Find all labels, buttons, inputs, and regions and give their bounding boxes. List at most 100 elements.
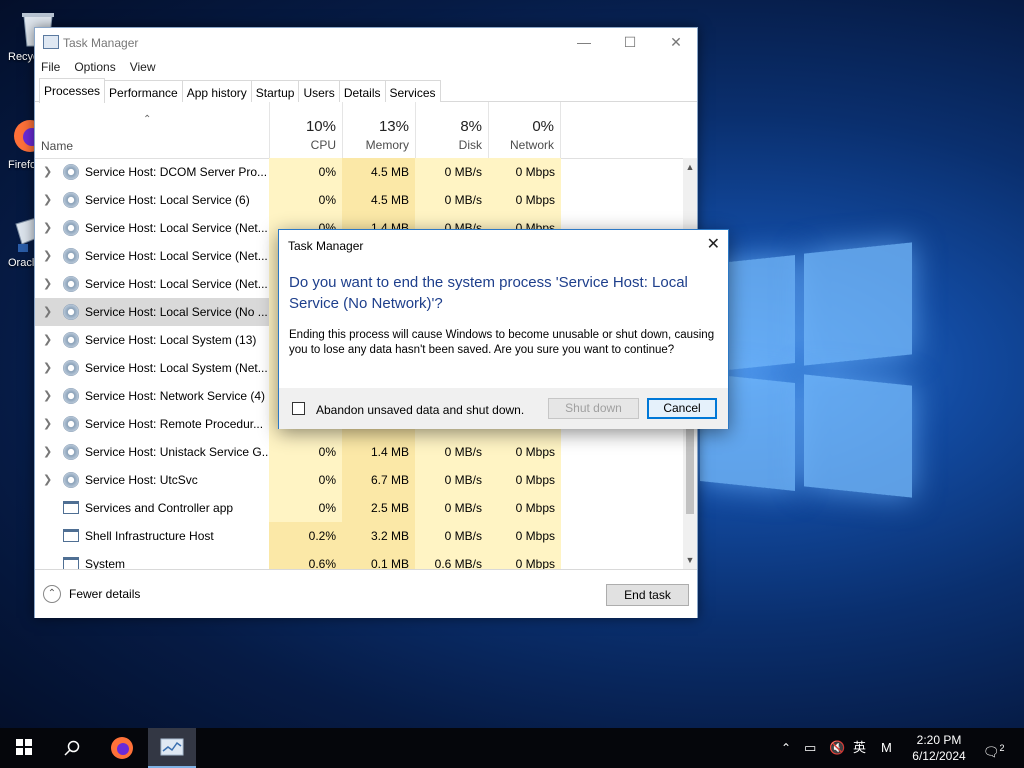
fewer-details-label: Fewer details bbox=[69, 587, 141, 601]
clock[interactable]: 2:20 PM 6/12/2024 bbox=[904, 732, 974, 764]
memory-cell: 2.5 MB bbox=[342, 494, 415, 522]
scroll-up-icon[interactable]: ▲ bbox=[683, 160, 697, 174]
network-cell: 0 Mbps bbox=[488, 438, 561, 466]
cpu-label: CPU bbox=[310, 138, 336, 152]
search-button[interactable] bbox=[48, 728, 96, 768]
dialog-heading: Do you want to end the system process 'S… bbox=[289, 274, 688, 312]
process-row[interactable]: ❯ Service Host: DCOM Server Pro... 0% 4.5 M… bbox=[35, 158, 683, 186]
chevron-right-icon[interactable]: ❯ bbox=[43, 193, 52, 206]
process-name: Services and Controller app bbox=[85, 501, 234, 515]
tab-users[interactable]: Users bbox=[298, 80, 340, 102]
process-name: Service Host: Network Service (4) bbox=[85, 389, 266, 403]
minimize-button[interactable]: — bbox=[561, 28, 607, 56]
maximize-button[interactable]: ☐ bbox=[607, 28, 653, 56]
chevron-right-icon[interactable]: ❯ bbox=[43, 473, 52, 486]
cpu-cell: 0% bbox=[269, 494, 342, 522]
ime-indicator[interactable]: 英 bbox=[853, 728, 866, 768]
column-header-disk[interactable]: 8% Disk bbox=[415, 102, 488, 159]
cpu-cell: 0% bbox=[269, 438, 342, 466]
network-icon[interactable]: ▭ bbox=[804, 728, 816, 768]
tab-processes[interactable]: Processes bbox=[39, 78, 106, 103]
clock-date: 6/12/2024 bbox=[912, 749, 966, 763]
column-header-network[interactable]: 0% Network bbox=[488, 102, 561, 159]
memory-cell: 3.2 MB bbox=[342, 522, 415, 550]
memory-cell: 4.5 MB bbox=[342, 186, 415, 214]
chevron-right-icon[interactable]: ❯ bbox=[43, 417, 52, 430]
gear-icon bbox=[63, 164, 79, 180]
windows-start-icon bbox=[16, 739, 32, 755]
chevron-right-icon[interactable]: ❯ bbox=[43, 249, 52, 262]
process-name: Service Host: DCOM Server Pro... bbox=[85, 165, 268, 179]
process-row[interactable]: ❯ Service Host: UtcSvc 0% 6.7 MB 0 MB/s 0 Mbp… bbox=[35, 466, 683, 494]
dialog-close-icon[interactable]: ✕ bbox=[707, 234, 720, 254]
process-row[interactable]: System 0.6% 0.1 MB 0.6 MB/s 0 Mbps bbox=[35, 550, 683, 569]
chevron-right-icon[interactable]: ❯ bbox=[43, 221, 52, 234]
network-label: Network bbox=[509, 138, 554, 152]
start-button[interactable] bbox=[0, 728, 48, 768]
menu-options[interactable]: Options bbox=[74, 60, 115, 74]
memory-cell: 0.1 MB bbox=[342, 550, 415, 569]
abandon-data-checkbox[interactable] bbox=[292, 402, 305, 415]
chevron-right-icon[interactable]: ❯ bbox=[43, 305, 52, 318]
shut-down-button[interactable]: Shut down bbox=[548, 398, 639, 419]
ime-mode-indicator[interactable]: M bbox=[881, 728, 892, 768]
search-icon bbox=[64, 740, 80, 756]
disk-cell: 0 MB/s bbox=[415, 522, 488, 550]
disk-cell: 0 MB/s bbox=[415, 494, 488, 522]
fewer-details-toggle[interactable]: ⌃ Fewer details bbox=[43, 585, 140, 603]
memory-cell: 6.7 MB bbox=[342, 466, 415, 494]
gear-icon bbox=[63, 388, 79, 404]
show-hidden-icons[interactable]: ⌃ bbox=[781, 728, 791, 768]
memory-label: Memory bbox=[365, 138, 409, 152]
chevron-right-icon[interactable]: ❯ bbox=[43, 361, 52, 374]
menu-view[interactable]: View bbox=[130, 60, 156, 74]
chevron-right-icon[interactable]: ❯ bbox=[43, 333, 52, 346]
tab-performance[interactable]: Performance bbox=[104, 80, 183, 102]
dialog-title: Task Manager bbox=[288, 239, 364, 253]
column-header-name[interactable]: Name bbox=[41, 139, 73, 153]
dialog-body-text: Ending this process will cause Windows t… bbox=[289, 329, 715, 356]
volume-muted-icon[interactable]: 🔇 bbox=[829, 728, 845, 768]
disk-cell: 0 MB/s bbox=[415, 158, 488, 186]
chevron-right-icon[interactable]: ❯ bbox=[43, 277, 52, 290]
tab-services[interactable]: Services bbox=[384, 80, 441, 102]
tab-app-history[interactable]: App history bbox=[181, 80, 252, 102]
chevron-right-icon[interactable]: ❯ bbox=[43, 165, 52, 178]
process-row[interactable]: Services and Controller app 0% 2.5 MB 0 MB/… bbox=[35, 494, 683, 522]
scroll-down-icon[interactable]: ▼ bbox=[683, 553, 697, 567]
app-window-icon bbox=[63, 501, 79, 514]
end-task-button[interactable]: End task bbox=[606, 584, 689, 606]
chevron-right-icon[interactable]: ❯ bbox=[43, 389, 52, 402]
taskbar-firefox[interactable] bbox=[98, 728, 146, 768]
footer-bar: ⌃ Fewer details End task bbox=[35, 569, 697, 618]
memory-cell: 1.4 MB bbox=[342, 438, 415, 466]
taskbar: ⌃ ▭ 🔇 英 M 2:20 PM 6/12/2024 🗨2 bbox=[0, 728, 1024, 768]
disk-label: Disk bbox=[458, 138, 482, 152]
column-headers: ⌃ Name 10% CPU 13% Memory 8% Disk 0% Net… bbox=[35, 102, 697, 159]
column-header-memory[interactable]: 13% Memory bbox=[342, 102, 415, 159]
tab-startup[interactable]: Startup bbox=[250, 80, 300, 102]
tab-details[interactable]: Details bbox=[338, 80, 386, 102]
action-center-icon[interactable]: 🗨2 bbox=[983, 728, 1005, 768]
column-header-cpu[interactable]: 10% CPU bbox=[269, 102, 342, 159]
chevron-right-icon[interactable]: ❯ bbox=[43, 445, 52, 458]
menu-file[interactable]: File bbox=[41, 60, 60, 74]
process-row[interactable]: Shell Infrastructure Host 0.2% 3.2 MB 0 MB/… bbox=[35, 522, 683, 550]
process-row[interactable]: ❯ Service Host: Local Service (6) 0% 4.5 MB… bbox=[35, 186, 683, 214]
network-cell: 0 Mbps bbox=[488, 466, 561, 494]
taskbar-task-manager[interactable] bbox=[148, 728, 196, 768]
close-button[interactable]: ✕ bbox=[653, 28, 699, 56]
disk-cell: 0 MB/s bbox=[415, 438, 488, 466]
disk-cell: 0 MB/s bbox=[415, 466, 488, 494]
process-row[interactable]: ❯ Service Host: Unistack Service G... 0% 1.… bbox=[35, 438, 683, 466]
gear-icon bbox=[63, 332, 79, 348]
scroll-thumb[interactable] bbox=[686, 424, 694, 514]
disk-cell: 0.6 MB/s bbox=[415, 550, 488, 569]
network-cell: 0 Mbps bbox=[488, 186, 561, 214]
title-bar[interactable]: Task Manager — ☐ ✕ bbox=[35, 28, 697, 56]
abandon-data-label[interactable]: Abandon unsaved data and shut down. bbox=[316, 403, 524, 417]
dialog-footer: Abandon unsaved data and shut down. Shut… bbox=[279, 388, 728, 429]
task-manager-icon bbox=[43, 35, 59, 49]
cancel-button[interactable]: Cancel bbox=[647, 398, 717, 419]
cpu-cell: 0.2% bbox=[269, 522, 342, 550]
